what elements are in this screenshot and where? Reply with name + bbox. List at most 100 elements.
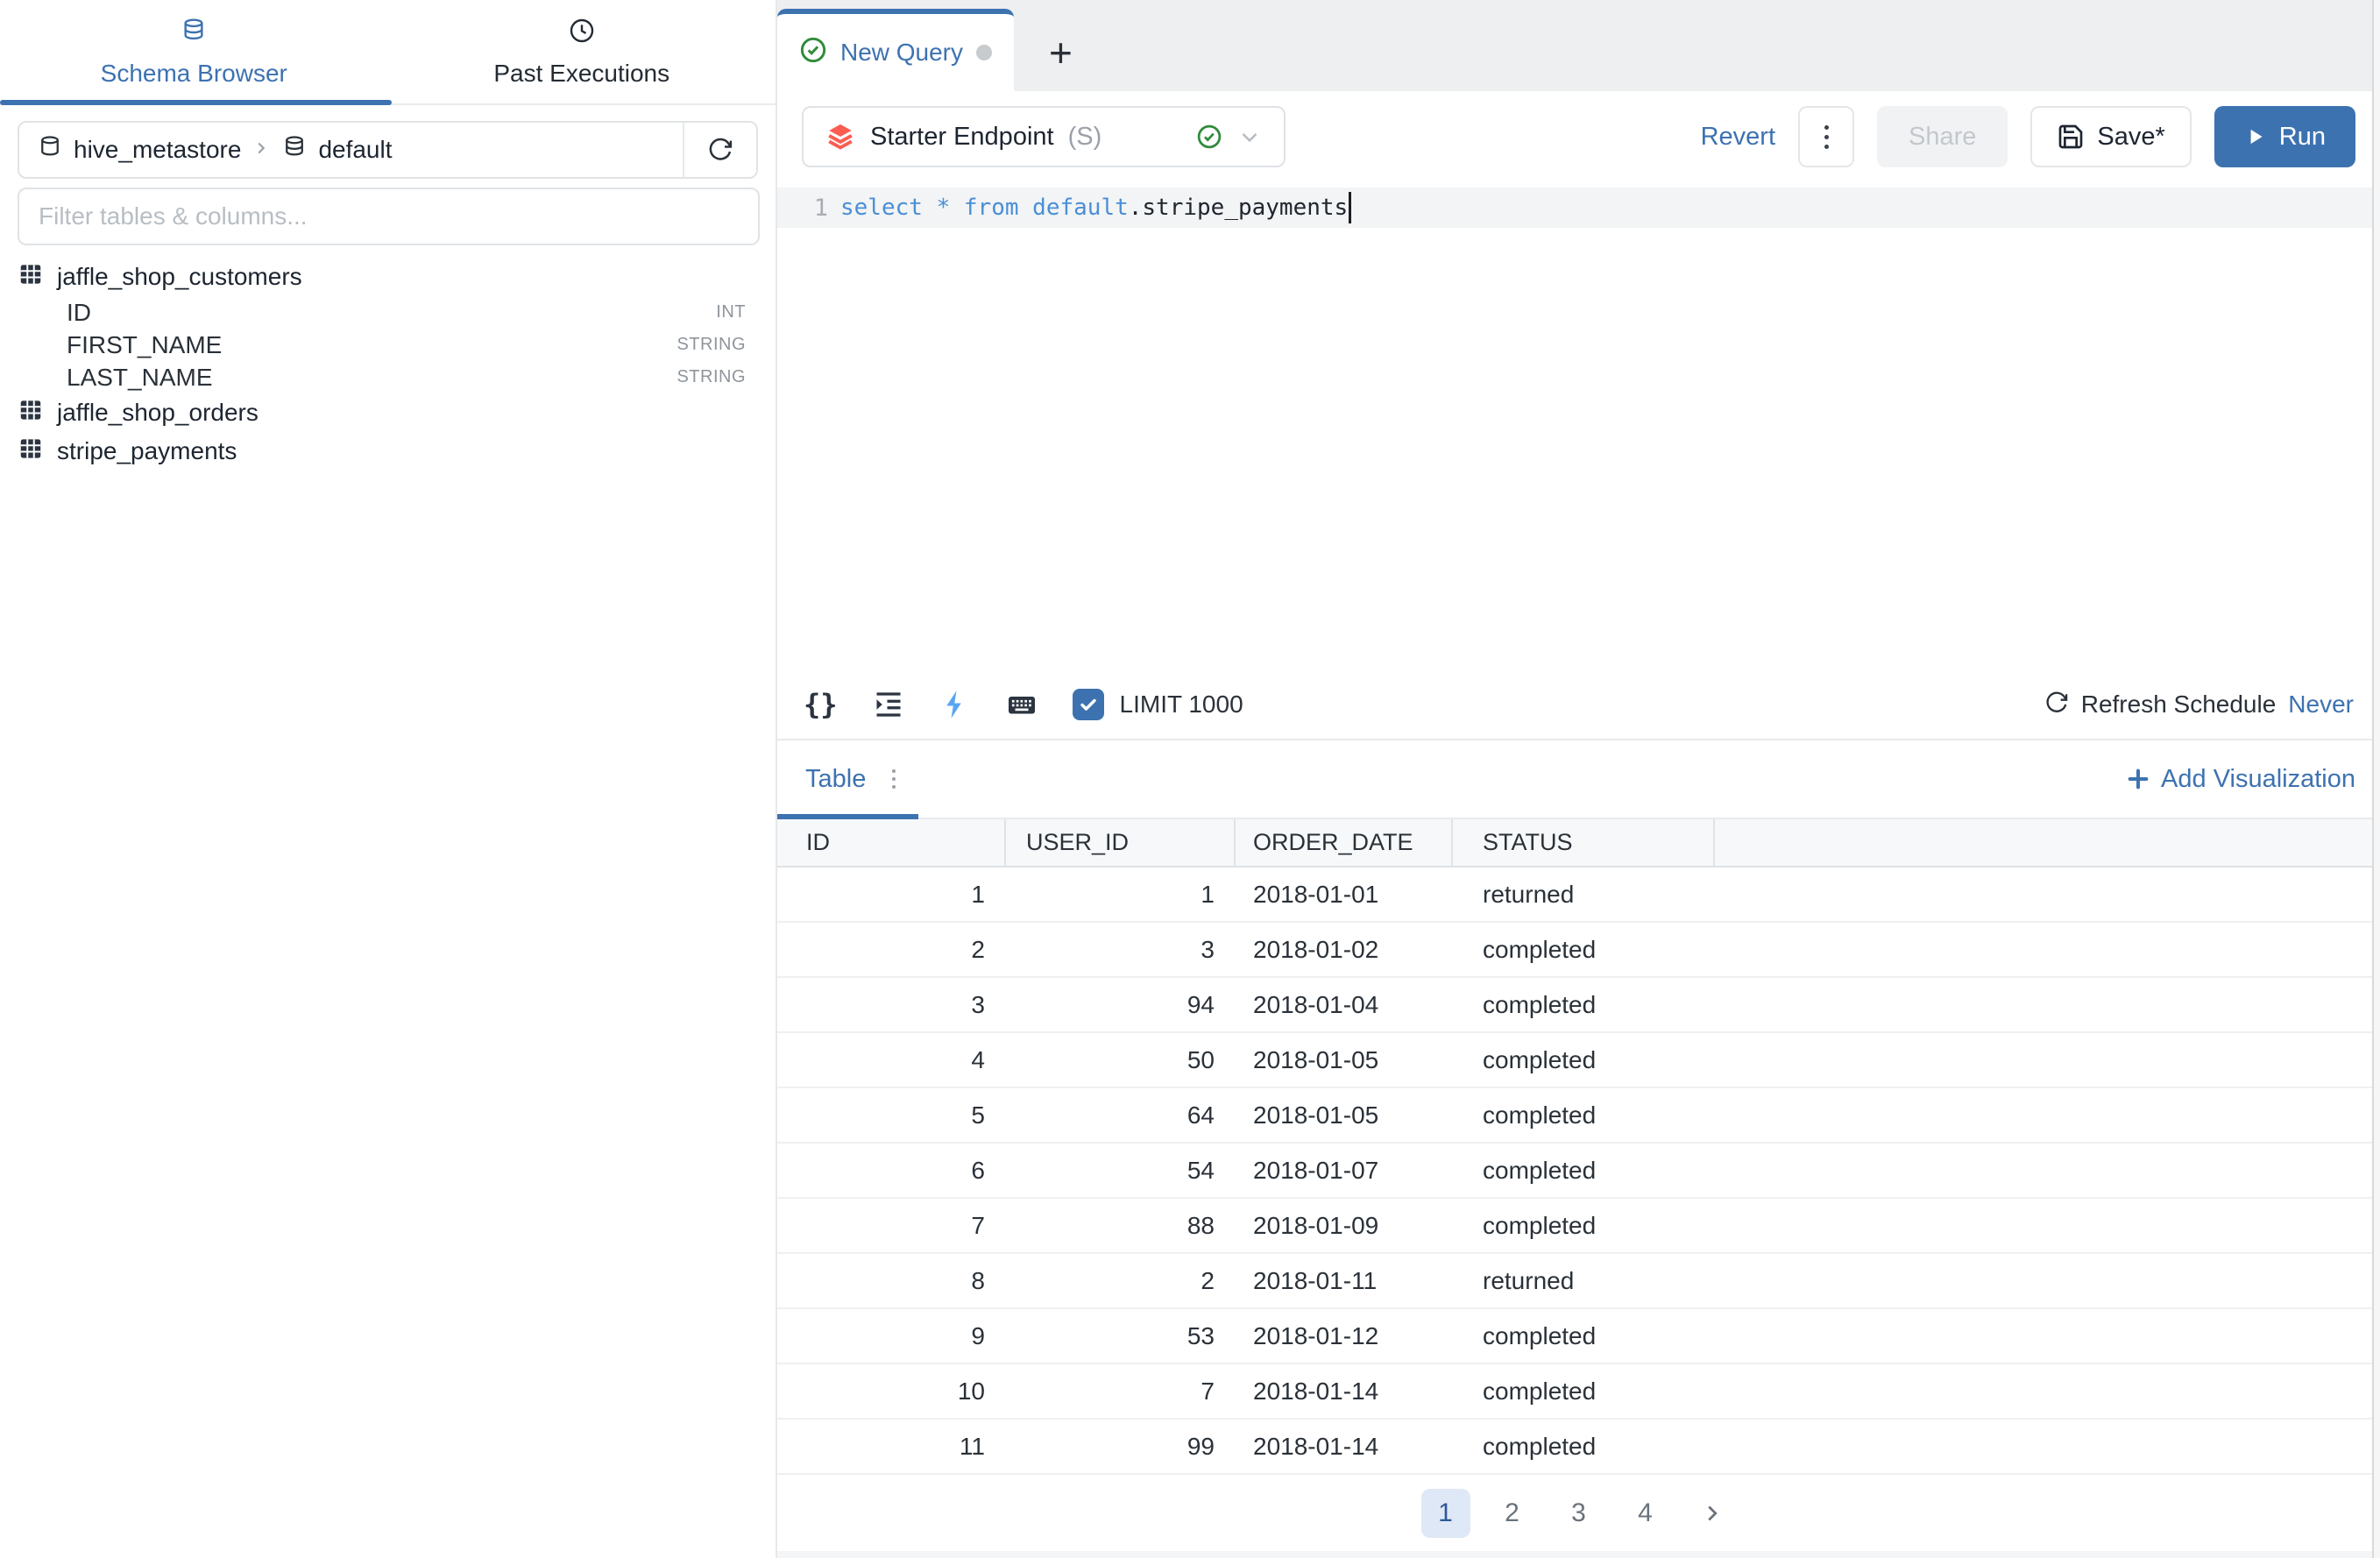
table-row: 5642018-01-05completed [777,1088,2380,1144]
cell-order_date: 2018-01-01 [1236,868,1453,921]
column-header-order_date[interactable]: ORDER_DATE [1236,819,1453,866]
schema-column-item[interactable]: LAST_NAME STRING [0,361,776,393]
cell-status: completed [1453,978,1715,1031]
cell-status: completed [1453,1364,1715,1418]
tab-table-results[interactable]: Table [805,765,866,794]
cell-filler [1715,1309,2380,1363]
column-type: STRING [676,367,746,387]
sql-editor-app: Schema Browser Past Executions [0,0,2380,1558]
page-button-4[interactable]: 4 [1621,1489,1670,1538]
cell-user_id: 99 [1006,1420,1236,1473]
run-button[interactable]: Run [2214,106,2355,167]
column-header-id[interactable]: ID [777,819,1006,866]
cell-order_date: 2018-01-04 [1236,978,1453,1031]
add-visualization-button[interactable]: Add Visualization [2126,765,2355,794]
cell-user_id: 54 [1006,1144,1236,1197]
column-name: LAST_NAME [67,364,213,392]
column-header-status[interactable]: STATUS [1453,819,1715,866]
indent-icon[interactable] [873,689,904,720]
column-type: INT [716,302,746,322]
save-button[interactable]: Save* [2030,106,2191,167]
cell-filler [1715,1144,2380,1197]
query-toolbar: Starter Endpoint (S) Revert Share [777,91,2380,182]
refresh-schedule-value[interactable]: Never [2288,690,2354,719]
schema-column-item[interactable]: IDINT [0,296,776,329]
database-icon [180,17,208,51]
cell-filler [1715,1033,2380,1087]
cell-user_id: 53 [1006,1309,1236,1363]
table-icon [18,261,44,294]
revert-button[interactable]: Revert [1701,123,1775,152]
active-tab-underline [0,100,392,105]
results-table-header: IDUSER_IDORDER_DATESTATUS [777,819,2380,868]
cell-filler [1715,1088,2380,1142]
breadcrumb-schema[interactable]: default [318,136,392,164]
cell-id: 3 [777,978,1006,1031]
editor-footer: {} [777,670,2380,739]
next-page-button[interactable] [1688,1489,1737,1538]
results-more-icon[interactable] [892,769,896,789]
cell-order_date: 2018-01-14 [1236,1364,1453,1418]
cell-status: completed [1453,1144,1715,1197]
play-icon [2244,125,2267,148]
page-button-1[interactable]: 1 [1421,1489,1470,1538]
schema-table-item[interactable]: stripe_payments [0,432,776,471]
table-name: stripe_payments [57,437,237,465]
tab-past-executions[interactable]: Past Executions [388,0,776,103]
schema-table-item[interactable]: jaffle_shop_customers [0,258,776,296]
table-row: 11992018-01-14completed [777,1420,2380,1475]
plus-icon [2126,767,2150,791]
toolbar-actions: Revert Share Save* Run [1701,106,2355,167]
limit-checkbox[interactable] [1073,689,1104,720]
tab-schema-browser[interactable]: Schema Browser [0,0,388,103]
cell-filler [1715,1364,2380,1418]
keyboard-icon[interactable] [1006,689,1038,720]
sql-editor[interactable]: 1 select * from default.stripe_payments … [777,182,2380,740]
floppy-icon [2057,123,2085,151]
limit-toggle[interactable]: LIMIT 1000 [1073,689,1243,720]
cell-id: 1 [777,868,1006,921]
sidebar: Schema Browser Past Executions [0,0,777,1558]
vertical-scrollbar[interactable] [2372,0,2380,1558]
more-actions-button[interactable] [1798,106,1854,167]
code-area[interactable]: 1 select * from default.stripe_payments [777,182,2380,670]
cell-id: 10 [777,1364,1006,1418]
cell-order_date: 2018-01-05 [1236,1033,1453,1087]
endpoint-select[interactable]: Starter Endpoint (S) [802,106,1286,167]
sql-text: select * from default.stripe_payments [840,195,1348,221]
cell-filler [1715,1420,2380,1473]
cell-filler [1715,978,2380,1031]
cell-status: completed [1453,1033,1715,1087]
success-check-icon [799,36,827,70]
table-row: 9532018-01-12completed [777,1309,2380,1364]
limit-label: LIMIT 1000 [1120,690,1243,719]
sidebar-tabs: Schema Browser Past Executions [0,0,776,105]
bottom-strip [777,1551,2380,1558]
column-type: STRING [676,335,746,355]
refresh-schema-button[interactable] [683,123,756,177]
schema-breadcrumb: hive_metastore default [18,121,758,179]
page-button-3[interactable]: 3 [1555,1489,1604,1538]
pagination: 1234 [777,1475,2380,1551]
breadcrumb-catalog[interactable]: hive_metastore [74,136,241,164]
cell-user_id: 94 [1006,978,1236,1031]
schema-column-item[interactable]: FIRST_NAMESTRING [0,329,776,361]
new-tab-button[interactable]: + [1049,27,1073,73]
refresh-icon [707,136,733,165]
column-header-user_id[interactable]: USER_ID [1006,819,1236,866]
schema-table-item[interactable]: jaffle_shop_orders [0,393,776,432]
lightning-icon[interactable] [939,689,971,720]
share-button: Share [1877,106,2008,167]
refresh-schedule: Refresh Schedule Never [2044,690,2354,720]
cell-status: completed [1453,1199,1715,1252]
chevron-down-icon [1236,124,1263,150]
cell-user_id: 64 [1006,1088,1236,1142]
table-row: 4502018-01-05completed [777,1033,2380,1088]
page-button-2[interactable]: 2 [1488,1489,1537,1538]
line-number: 1 [777,195,840,222]
cell-id: 2 [777,923,1006,976]
format-query-icon[interactable]: {} [804,688,838,721]
filter-input[interactable] [18,188,760,245]
tab-new-query[interactable]: New Query [777,9,1014,91]
endpoint-name: Starter Endpoint [870,123,1054,152]
